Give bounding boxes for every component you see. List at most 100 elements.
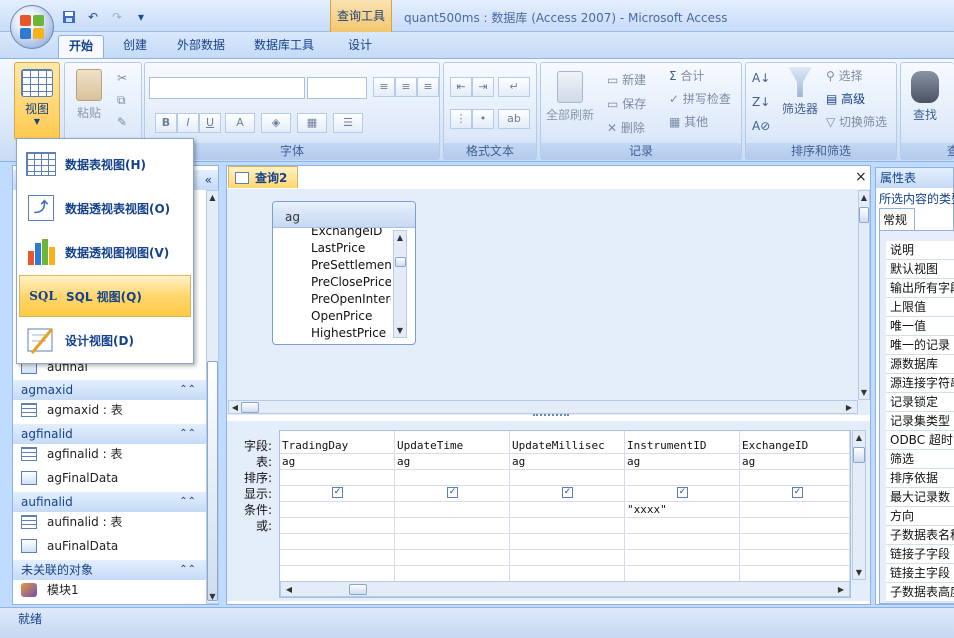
property-row[interactable]: 记录集类型 bbox=[886, 412, 954, 431]
totals-button[interactable]: Σ 合计 bbox=[669, 67, 704, 84]
grid-vthumb[interactable] bbox=[853, 447, 865, 463]
property-row[interactable]: 唯一的记录 bbox=[886, 336, 954, 355]
grid-table-cell[interactable]: ag bbox=[397, 455, 410, 468]
grid-column[interactable]: ExchangeID ag ✓ bbox=[740, 431, 850, 581]
property-row[interactable]: 输出所有字段 bbox=[886, 279, 954, 298]
show-checkbox[interactable]: ✓ bbox=[447, 487, 458, 498]
property-row[interactable]: 链接主字段 bbox=[886, 564, 954, 583]
grid-column[interactable]: InstrumentID ag ✓ "xxxx" bbox=[625, 431, 740, 581]
table-pane-vscroll[interactable]: ▲ ▼ bbox=[858, 190, 870, 400]
align-right-icon[interactable]: ≡ bbox=[417, 77, 439, 97]
field-item[interactable]: PreOpenInterest bbox=[311, 292, 391, 306]
font-name-select[interactable] bbox=[149, 77, 305, 99]
grid-field-cell[interactable]: ExchangeID bbox=[742, 439, 808, 452]
find-button[interactable]: 查找 bbox=[905, 71, 945, 123]
toggle-filter-button[interactable]: ▽ 切换筛选 bbox=[826, 113, 887, 130]
tab-home[interactable]: 开始 bbox=[58, 35, 104, 58]
menu-item-design-view[interactable]: 设计视图(D) bbox=[19, 319, 191, 361]
field-item[interactable]: PreClosePrice bbox=[311, 275, 391, 289]
font-color-icon[interactable]: A bbox=[225, 113, 255, 133]
grid-column[interactable]: UpdateTime ag ✓ bbox=[395, 431, 510, 581]
tab-create[interactable]: 创建 bbox=[112, 35, 158, 58]
nav-group-agfinalid[interactable]: agfinalid ⌃⌃ bbox=[13, 424, 206, 444]
nav-item-aufinalid-table[interactable]: aufinalid : 表 bbox=[21, 511, 122, 533]
nav-item-agfinaldata[interactable]: agFinalData bbox=[21, 467, 118, 489]
grid-table-cell[interactable]: ag bbox=[282, 455, 295, 468]
field-item[interactable]: HighestPrice bbox=[311, 326, 391, 340]
field-item[interactable]: ExchangeID bbox=[311, 228, 391, 238]
grid-table-cell[interactable]: ag bbox=[627, 455, 640, 468]
property-row[interactable]: 方向 bbox=[886, 507, 954, 526]
sort-descending-icon[interactable]: Z↓ bbox=[752, 95, 770, 109]
underline-button[interactable]: U bbox=[199, 113, 221, 133]
more-button[interactable]: ▦ 其他 bbox=[669, 113, 708, 130]
redo-icon[interactable]: ↷ bbox=[108, 9, 126, 25]
property-row[interactable]: 子数据表高度 bbox=[886, 583, 954, 602]
undo-icon[interactable]: ↶ bbox=[84, 9, 102, 25]
save-icon[interactable] bbox=[60, 9, 78, 25]
field-list-thumb[interactable] bbox=[395, 257, 406, 267]
sort-ascending-icon[interactable]: A↓ bbox=[752, 71, 770, 85]
grid-field-cell[interactable]: UpdateMillisec bbox=[512, 439, 605, 452]
increase-indent-icon[interactable]: ⇥ bbox=[472, 77, 494, 97]
customize-qat-button[interactable]: ▾ bbox=[132, 9, 150, 25]
menu-item-datasheet-view[interactable]: 数据表视图(H) bbox=[19, 143, 191, 185]
scroll-down-icon[interactable]: ▼ bbox=[207, 592, 218, 601]
nav-item-module1[interactable]: 模块1 bbox=[21, 579, 79, 601]
filter-button[interactable]: 筛选器 bbox=[778, 67, 822, 117]
office-button[interactable] bbox=[10, 5, 54, 49]
property-row[interactable]: 源数据库 bbox=[886, 355, 954, 374]
align-center-icon[interactable]: ≡ bbox=[395, 77, 417, 97]
property-row[interactable]: 子数据表名称 bbox=[886, 526, 954, 545]
alternate-fill-icon[interactable]: ☰ bbox=[333, 113, 363, 133]
nav-item-aufinaldata[interactable]: auFinalData bbox=[21, 535, 118, 557]
tab-database-tools[interactable]: 数据库工具 bbox=[246, 35, 322, 58]
paste-button[interactable]: 粘贴 bbox=[71, 69, 107, 121]
highlight-icon[interactable]: ab bbox=[498, 109, 530, 129]
field-item[interactable]: LastPrice bbox=[311, 241, 391, 255]
table-pane-hthumb[interactable] bbox=[241, 402, 259, 413]
spelling-button[interactable]: ✓ 拼写检查 bbox=[669, 90, 731, 107]
table-pane-hscroll[interactable]: ◀ ▶ bbox=[228, 400, 858, 414]
grid-column[interactable]: TradingDay ag ✓ bbox=[280, 431, 395, 581]
nav-scroll-thumb[interactable] bbox=[207, 361, 218, 601]
bullets-icon[interactable]: • bbox=[472, 109, 494, 129]
table-field-list[interactable]: ag ExchangeID LastPrice PreSettlement Pr… bbox=[272, 201, 416, 345]
property-row[interactable]: 排序依据 bbox=[886, 469, 954, 488]
nav-item-agmaxid-table[interactable]: agmaxid : 表 bbox=[21, 399, 123, 421]
format-painter-icon[interactable]: ✎ bbox=[117, 115, 127, 129]
scroll-left-icon[interactable]: ◀ bbox=[231, 403, 239, 412]
menu-item-sql-view[interactable]: SQL SQL 视图(Q) bbox=[19, 275, 191, 317]
grid-field-cell[interactable]: InstrumentID bbox=[627, 439, 706, 452]
bold-button[interactable]: B bbox=[155, 113, 177, 133]
property-row[interactable]: 唯一值 bbox=[886, 317, 954, 336]
view-button[interactable]: 视图 ▼ bbox=[14, 62, 60, 140]
nav-group-unrelated[interactable]: 未关联的对象 ⌃⌃ bbox=[13, 560, 206, 580]
scroll-right-icon[interactable]: ▶ bbox=[837, 585, 845, 594]
property-row[interactable]: ODBC 超时 bbox=[886, 431, 954, 450]
property-row[interactable]: 默认视图 bbox=[886, 260, 954, 279]
cut-icon[interactable]: ✂ bbox=[117, 71, 127, 85]
fill-color-icon[interactable]: ◈ bbox=[261, 113, 291, 133]
nav-group-agmaxid[interactable]: agmaxid ⌃⌃ bbox=[13, 380, 206, 400]
property-row[interactable]: 源连接字符串 bbox=[886, 374, 954, 393]
splitter-handle[interactable] bbox=[533, 414, 569, 420]
tab-design[interactable]: 设计 bbox=[334, 35, 386, 58]
show-checkbox[interactable]: ✓ bbox=[677, 487, 688, 498]
refresh-all-button[interactable]: 全部刷新 bbox=[545, 71, 595, 123]
tab-general[interactable]: 常规 bbox=[879, 208, 915, 230]
property-row[interactable]: 说明 bbox=[886, 241, 954, 260]
nav-item-agfinalid-table[interactable]: agfinalid : 表 bbox=[21, 443, 122, 465]
tab-external-data[interactable]: 外部数据 bbox=[168, 35, 234, 58]
advanced-button[interactable]: ▤ 高级 bbox=[826, 90, 865, 107]
grid-criteria-cell[interactable]: "xxxx" bbox=[627, 503, 667, 516]
grid-field-cell[interactable]: UpdateTime bbox=[397, 439, 463, 452]
table-pane-vthumb[interactable] bbox=[859, 207, 869, 223]
document-tab-query2[interactable]: 查询2 bbox=[228, 166, 298, 188]
nav-group-aufinalid[interactable]: aufinalid ⌃⌃ bbox=[13, 492, 206, 512]
field-list-scrollbar[interactable]: ▲ ▼ bbox=[393, 230, 407, 338]
grid-field-cell[interactable]: TradingDay bbox=[282, 439, 348, 452]
align-left-icon[interactable]: ≡ bbox=[373, 77, 395, 97]
property-row[interactable]: 筛选 bbox=[886, 450, 954, 469]
scroll-down-icon[interactable]: ▼ bbox=[853, 568, 865, 577]
